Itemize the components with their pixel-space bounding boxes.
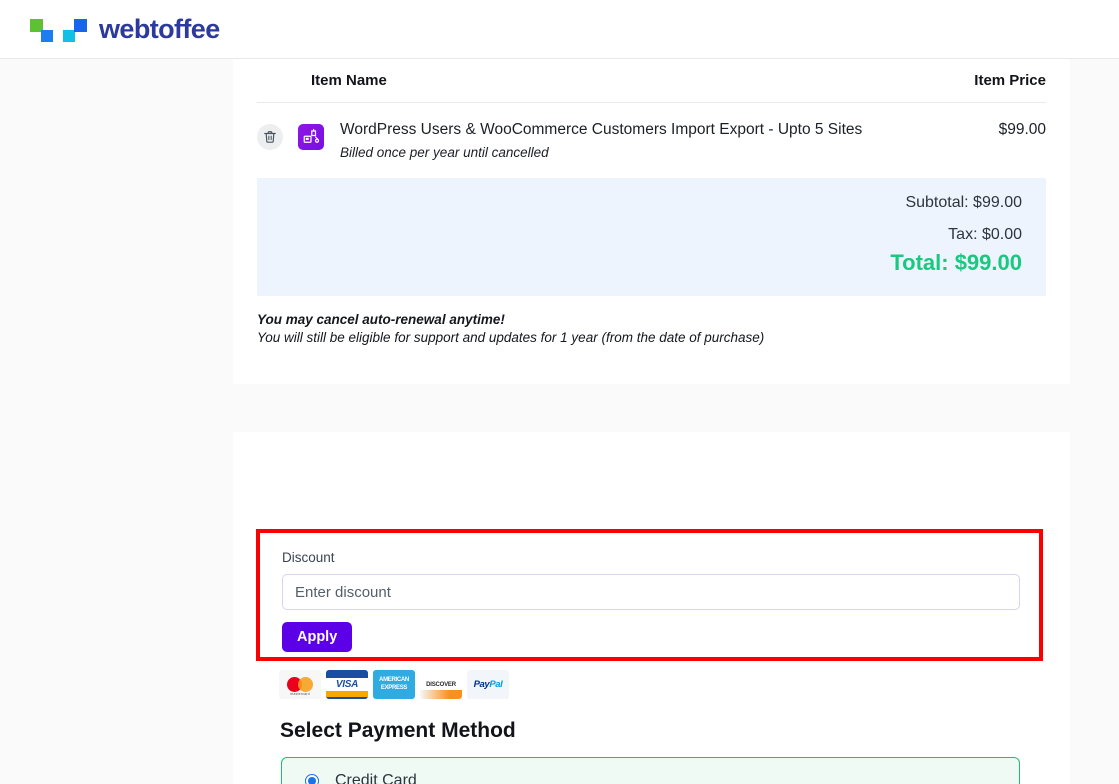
paypal-label-a: Pay	[473, 679, 490, 690]
product-details: WordPress Users & WooCommerce Customers …	[340, 120, 999, 160]
grand-total-line: Total: $99.00	[890, 250, 1022, 275]
brand-wordmark: webtoffee	[99, 13, 220, 44]
payment-option-credit-card[interactable]: Credit Card	[281, 757, 1020, 784]
amex-label-line1: AMERICAN	[379, 677, 409, 683]
logo-square-blue-icon	[41, 30, 53, 42]
paypal-icon: PayPal	[467, 670, 509, 699]
discover-label: DISCOVER	[426, 681, 456, 688]
mastercard-label: mastercard	[290, 692, 310, 696]
subtotal-line: Subtotal: $99.00	[905, 194, 1022, 211]
payment-method-heading: Select Payment Method	[280, 719, 516, 742]
discount-label: Discount	[282, 550, 335, 565]
amex-label-line2: EXPRESS	[380, 685, 408, 691]
trash-icon	[264, 131, 276, 143]
webtoffee-logo[interactable]: webtoffee	[30, 14, 220, 45]
accepted-cards-row: mastercard VISA AMERICAN EXPRESS DISCOVE…	[279, 670, 509, 699]
product-thumbnail-icon	[298, 124, 324, 150]
notice-detail: You will still be eligible for support a…	[257, 330, 765, 345]
paypal-label-b: Pal	[489, 679, 503, 690]
discount-section-highlight: Discount Apply	[256, 529, 1043, 661]
product-title: WordPress Users & WooCommerce Customers …	[340, 121, 863, 138]
discount-section: Discount Apply	[260, 533, 1039, 652]
order-summary-card: Item Name Item Price WordPress Users & W…	[233, 59, 1070, 384]
logo-mark-icon	[30, 14, 92, 44]
column-header-item-name: Item Name	[311, 72, 387, 89]
order-totals-panel: Subtotal: $99.00 Tax: $0.00 Total: $99.0…	[257, 178, 1046, 296]
payment-option-label: Credit Card	[335, 771, 417, 784]
tax-line: Tax: $0.00	[948, 226, 1022, 243]
remove-item-button[interactable]	[257, 124, 283, 150]
radio-credit-card[interactable]	[305, 773, 319, 784]
site-header: webtoffee	[0, 0, 1119, 59]
order-table: Item Name Item Price WordPress Users & W…	[233, 59, 1070, 178]
column-header-item-price: Item Price	[974, 72, 1046, 89]
visa-icon: VISA	[326, 670, 368, 699]
american-express-icon: AMERICAN EXPRESS	[373, 670, 415, 699]
notice-headline: You may cancel auto-renewal anytime!	[257, 312, 505, 327]
product-billing-note: Billed once per year until cancelled	[340, 145, 549, 160]
order-table-header: Item Name Item Price	[233, 59, 1070, 102]
visa-label: VISA	[335, 678, 359, 690]
product-price: $99.00	[998, 121, 1046, 138]
discount-input[interactable]	[282, 574, 1020, 610]
table-row: WordPress Users & WooCommerce Customers …	[233, 103, 1070, 178]
apply-discount-button[interactable]: Apply	[282, 622, 353, 652]
logo-square-blue-dark-icon	[74, 19, 87, 32]
mastercard-icon: mastercard	[279, 670, 321, 699]
discover-icon: DISCOVER	[420, 670, 462, 699]
auto-renewal-notice: You may cancel auto-renewal anytime! You…	[233, 296, 1070, 345]
page-body: Item Name Item Price WordPress Users & W…	[0, 59, 1119, 784]
